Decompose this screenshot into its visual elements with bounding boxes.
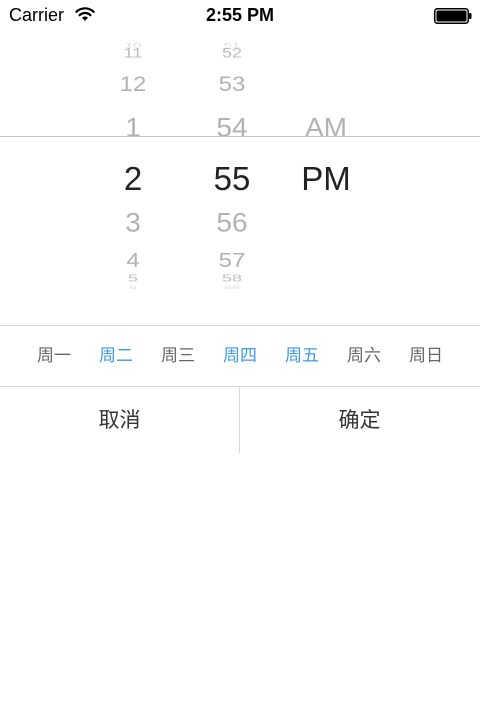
period-wheel[interactable]: AM PM	[281, 32, 371, 294]
weekday-toggle[interactable]: 周日	[395, 326, 457, 386]
status-time: 2:55 PM	[205, 5, 275, 25]
weekday-toggle[interactable]: 周三	[147, 326, 209, 386]
period-option[interactable]: PM	[281, 162, 371, 195]
cancel-button[interactable]: 取消	[0, 387, 239, 453]
weekday-toggle[interactable]: 周五	[271, 326, 333, 386]
period-option[interactable]: AM	[281, 114, 371, 141]
minute-option[interactable]: 53	[192, 74, 272, 96]
minute-option[interactable]: 55	[192, 162, 272, 195]
hour-option[interactable]: 1	[98, 114, 168, 141]
minute-option[interactable]: 57	[192, 251, 272, 271]
weekday-toggle[interactable]: 周四	[209, 326, 271, 386]
weekday-toggle[interactable]: 周六	[333, 326, 395, 386]
weekday-toggle[interactable]: 周二	[85, 326, 147, 386]
battery-icon	[434, 8, 472, 24]
minute-option[interactable]: 59	[192, 285, 272, 290]
hour-wheel[interactable]: 10 11 12 1 2 3 4 5 6	[98, 32, 168, 294]
hour-option[interactable]: 11	[98, 46, 168, 60]
hour-option[interactable]: 3	[98, 209, 168, 236]
hour-option[interactable]: 4	[98, 251, 168, 271]
weekday-selector: 周一 周二 周三 周四 周五 周六 周日	[0, 326, 480, 386]
hour-option[interactable]: 5	[98, 273, 168, 283]
time-picker[interactable]: 10 11 12 1 2 3 4 5 6 51 52 53 54 55 56 57 58 59 AM PM	[0, 32, 480, 294]
hour-option[interactable]: 2	[98, 162, 168, 195]
hour-option[interactable]: 12	[98, 74, 168, 96]
minute-option[interactable]: 58	[192, 273, 272, 283]
confirm-button[interactable]: 确定	[240, 387, 479, 453]
minute-option[interactable]: 52	[192, 46, 272, 60]
minute-option[interactable]: 56	[192, 209, 272, 236]
status-bar: Carrier 2:55 PM	[0, 0, 480, 32]
weekday-toggle[interactable]: 周一	[23, 326, 85, 386]
picker-selection-line-top	[0, 136, 480, 137]
minute-wheel[interactable]: 51 52 53 54 55 56 57 58 59	[192, 32, 272, 294]
action-bar: 取消 确定	[0, 387, 480, 453]
minute-option[interactable]: 54	[192, 114, 272, 141]
hour-option[interactable]: 6	[98, 285, 168, 290]
